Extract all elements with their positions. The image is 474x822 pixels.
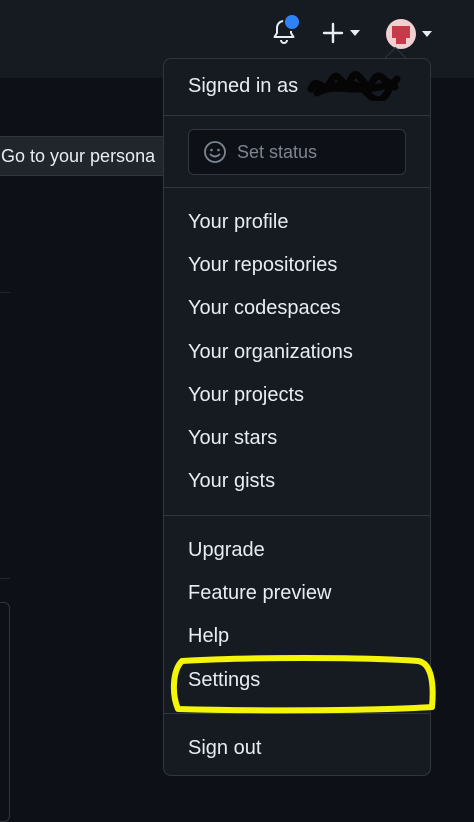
smiley-icon [204,141,226,163]
menu-item-your-stars[interactable]: Your stars [188,427,277,450]
chevron-down-icon [422,31,432,37]
notification-indicator-dot [283,13,301,31]
chevron-down-icon [350,30,360,36]
set-status-label: Set status [237,141,318,162]
go-to-personal-button[interactable]: Go to your persona [0,136,174,176]
menu-item-your-profile[interactable]: Your profile [188,211,288,234]
set-status-button[interactable]: Set status [188,129,406,175]
background-panel [0,602,10,822]
menu-divider [164,515,430,516]
menu-item-your-projects[interactable]: Your projects [188,384,304,407]
menu-item-your-organizations[interactable]: Your organizations [188,341,353,364]
menu-item-your-gists[interactable]: Your gists [188,470,275,493]
create-new-button[interactable] [316,16,366,50]
menu-item-your-codespaces[interactable]: Your codespaces [188,297,341,320]
settings-highlight-annotation [170,655,436,714]
menu-item-your-repositories[interactable]: Your repositories [188,254,337,277]
background-divider [0,578,10,579]
menu-item-sign-out[interactable]: Sign out [188,737,261,760]
menu-item-upgrade[interactable]: Upgrade [188,539,265,562]
background-divider [0,292,10,293]
signed-in-label: Signed in as [188,75,299,97]
avatar [386,19,416,49]
menu-divider [164,115,430,116]
menu-item-feature-preview[interactable]: Feature preview [188,582,331,605]
menu-divider [164,187,430,188]
plus-icon [322,22,344,44]
user-menu-button[interactable] [382,16,436,52]
menu-item-help[interactable]: Help [188,625,229,648]
redacted-username [307,71,401,101]
